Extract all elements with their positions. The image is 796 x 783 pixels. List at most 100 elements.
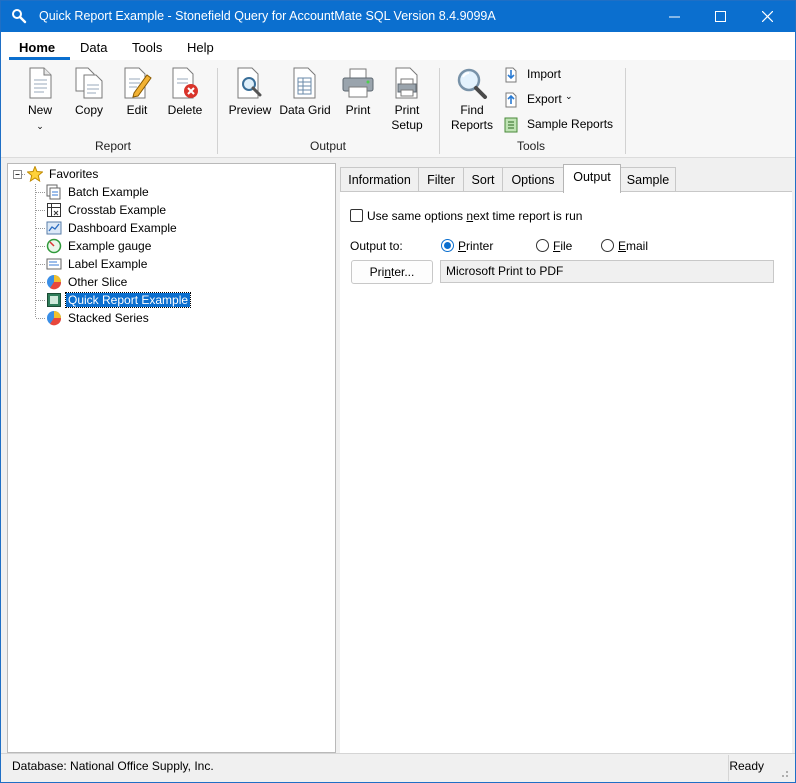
preview-button[interactable]: Preview	[227, 67, 273, 118]
tab-options[interactable]: Options	[502, 167, 564, 192]
details-tabs: Information Filter Sort Options Output S…	[340, 163, 792, 193]
tree-item-selected[interactable]: Quick Report Example	[46, 291, 196, 309]
sample-reports-button[interactable]: Sample Reports	[503, 116, 615, 134]
preview-button-label: Preview	[228, 103, 272, 117]
tab-tools[interactable]: Tools	[132, 40, 162, 55]
data-grid-icon	[293, 67, 316, 99]
tab-data[interactable]: Data	[80, 40, 107, 55]
same-options-checkbox[interactable]: Use same options next time report is run	[350, 209, 590, 224]
copy-document-icon	[75, 67, 103, 99]
tree-item-label: Example gauge	[68, 239, 152, 253]
same-options-label: Use same options next time report is run	[367, 209, 583, 223]
radio-indicator[interactable]	[536, 239, 549, 252]
import-label: Import	[527, 67, 562, 81]
edit-button-label: Edit	[126, 103, 148, 117]
checkbox-box[interactable]	[350, 209, 363, 222]
print-setup-icon	[395, 67, 418, 99]
status-bar: Database: National Office Supply, Inc. R…	[1, 753, 795, 782]
copy-button-label: Copy	[74, 103, 103, 117]
printer-button[interactable]: Printer...	[351, 260, 433, 284]
find-reports-label-line2: Reports	[450, 118, 494, 132]
chevron-down-icon: ⌄	[565, 91, 573, 101]
email-radio[interactable]: Email	[601, 239, 661, 254]
export-icon	[505, 92, 517, 108]
data-grid-button[interactable]: Data Grid	[277, 67, 333, 118]
tree-item-label: Label Example	[68, 257, 148, 271]
status-database: Database: National Office Supply, Inc.	[12, 759, 214, 773]
tab-help[interactable]: Help	[187, 40, 214, 55]
radio-selected-indicator[interactable]	[441, 239, 454, 252]
tree-item[interactable]: Other Slice	[46, 273, 196, 291]
tab-sample[interactable]: Sample	[620, 167, 676, 192]
star-icon	[27, 166, 43, 182]
file-radio-label: File	[553, 239, 573, 253]
resize-grip-icon[interactable]	[779, 768, 789, 778]
tab-output[interactable]: Output	[563, 164, 621, 193]
tree-item[interactable]: Stacked Series	[46, 309, 196, 327]
tab-information[interactable]: Information	[340, 167, 419, 192]
tree-root-label: Favorites	[49, 167, 99, 181]
tree-item-label: Dashboard Example	[68, 221, 177, 235]
find-reports-label-line1: Find	[460, 103, 484, 117]
delete-document-icon	[172, 67, 198, 99]
printer-radio-label: Printer	[458, 239, 494, 253]
printer-icon	[342, 68, 374, 98]
preview-icon	[237, 67, 262, 99]
report-tree[interactable]: Favorites Batch Example Crosstab Example…	[7, 163, 336, 753]
gauge-icon	[46, 238, 62, 254]
print-setup-label-line2: Setup	[391, 118, 423, 132]
maximize-icon	[714, 11, 726, 22]
data-grid-button-label: Data Grid	[279, 103, 331, 117]
tools-group-label: Tools	[516, 139, 545, 153]
pie-chart-icon	[47, 275, 62, 290]
new-button-label: New	[27, 103, 52, 117]
file-radio[interactable]: File	[536, 239, 586, 254]
tab-sort[interactable]: Sort	[463, 167, 503, 192]
group-divider	[625, 68, 626, 154]
tree-item-label: Other Slice	[68, 275, 128, 289]
maximize-button[interactable]	[697, 1, 743, 32]
minimize-button[interactable]	[651, 1, 697, 32]
minimize-icon	[668, 16, 680, 18]
tree-item[interactable]: Example gauge	[46, 237, 196, 255]
output-to-label: Output to:	[350, 239, 403, 253]
tree-item[interactable]: Batch Example	[46, 183, 196, 201]
find-reports-button[interactable]: Find Reports	[449, 67, 495, 133]
close-button[interactable]	[744, 1, 790, 32]
edit-document-icon	[124, 67, 152, 99]
import-button[interactable]: Import	[503, 66, 583, 84]
ribbon: New ⌄ Copy Edit Delete Report Preview Da…	[1, 60, 795, 158]
report-group-label: Report	[94, 139, 132, 153]
label-icon	[46, 258, 62, 270]
tree-item-label: Stacked Series	[68, 311, 149, 325]
tree-item[interactable]: Crosstab Example	[46, 201, 196, 219]
new-button[interactable]: New ⌄	[21, 67, 59, 131]
report-details-panel: Information Filter Sort Options Output S…	[340, 163, 792, 753]
print-button[interactable]: Print	[339, 67, 377, 118]
copy-button[interactable]: Copy	[71, 67, 107, 118]
tree-item-label: Quick Report Example	[64, 292, 192, 308]
delete-button[interactable]: Delete	[165, 67, 205, 118]
export-label: Export	[527, 92, 562, 106]
radio-indicator[interactable]	[601, 239, 614, 252]
tree-item[interactable]: Dashboard Example	[46, 219, 196, 237]
edit-button[interactable]: Edit	[119, 67, 155, 118]
output-group-label: Output	[309, 139, 347, 153]
print-setup-button[interactable]: Print Setup	[385, 67, 429, 133]
group-divider	[439, 68, 440, 154]
tree-root-favorites[interactable]: Favorites	[27, 165, 147, 183]
delete-button-label: Delete	[167, 103, 203, 117]
crosstab-icon	[47, 203, 61, 217]
close-icon	[761, 11, 773, 22]
email-radio-label: Email	[618, 239, 649, 253]
export-button[interactable]: Export ⌄	[503, 91, 583, 109]
group-divider	[217, 68, 218, 154]
printer-radio[interactable]: Printer	[441, 239, 511, 254]
tab-home[interactable]: Home	[19, 40, 55, 55]
quick-report-icon	[47, 293, 61, 307]
print-button-label: Print	[345, 103, 371, 117]
title-bar[interactable]: Quick Report Example - Stonefield Query …	[1, 1, 795, 32]
dashboard-icon	[46, 221, 62, 235]
tab-filter[interactable]: Filter	[418, 167, 464, 192]
tree-item[interactable]: Label Example	[46, 255, 196, 273]
